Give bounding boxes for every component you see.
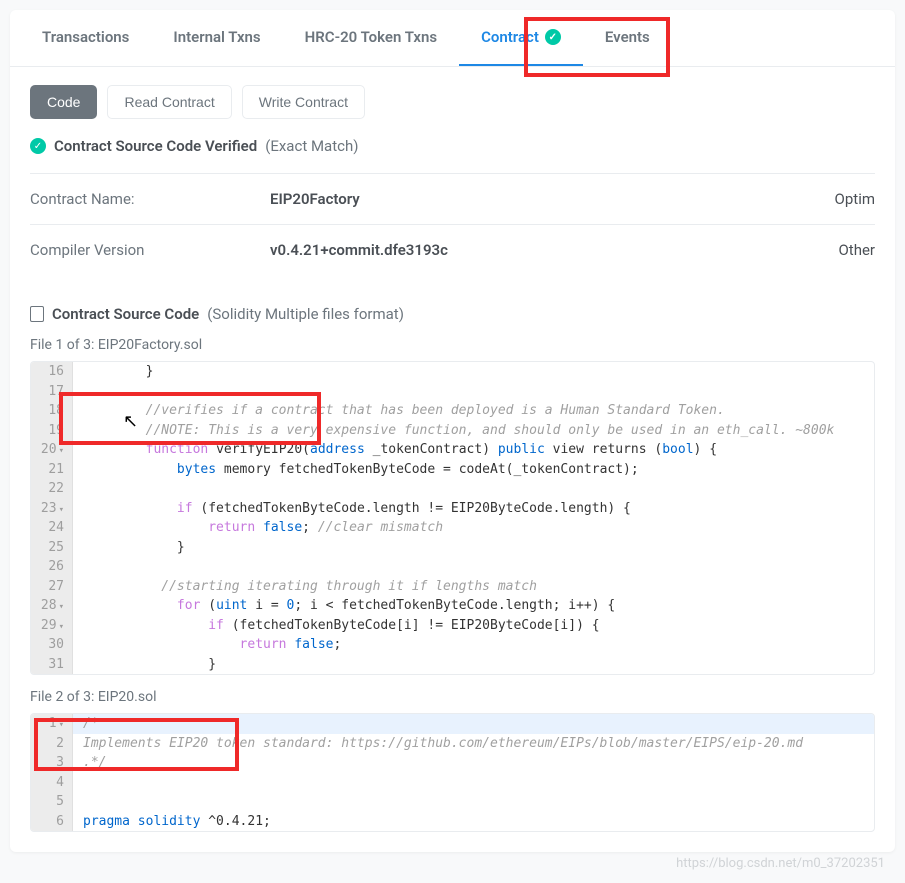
tab-hrc20-token-txns[interactable]: HRC-20 Token Txns <box>283 10 459 66</box>
tab-contract[interactable]: Contract ✓ <box>459 10 583 66</box>
write-contract-button[interactable]: Write Contract <box>242 85 365 119</box>
code-line: 19 //NOTE: This is a very expensive func… <box>31 421 874 441</box>
info-row-compiler: Compiler Version v0.4.21+commit.dfe3193c… <box>30 224 875 275</box>
tab-internal-txns[interactable]: Internal Txns <box>151 10 282 66</box>
tab-transactions[interactable]: Transactions <box>20 10 151 66</box>
code-line: 31 } <box>31 655 874 675</box>
code-line: 5 <box>31 792 874 812</box>
code-line: 22 <box>31 479 874 499</box>
code-line: 23 if (fetchedTokenByteCode.length != EI… <box>31 499 874 519</box>
check-icon: ✓ <box>30 138 46 154</box>
code-line: 29 if (fetchedTokenByteCode[i] != EIP20B… <box>31 616 874 636</box>
code-line: 30 return false; <box>31 635 874 655</box>
code-line: 3.*/ <box>31 753 874 773</box>
file1-label: File 1 of 3: EIP20Factory.sol <box>30 337 875 353</box>
code-line: 20 function verifyEIP20(address _tokenCo… <box>31 440 874 460</box>
file-icon <box>30 306 44 322</box>
compiler-value: v0.4.21+commit.dfe3193c <box>270 241 838 259</box>
compiler-label: Compiler Version <box>30 241 270 259</box>
contract-name-value: EIP20Factory <box>270 190 835 208</box>
other-label: Other <box>838 241 875 259</box>
contract-subtabs: Code Read Contract Write Contract <box>10 67 895 137</box>
code-line: 2Implements EIP20 token standard: https:… <box>31 734 874 754</box>
file2-editor[interactable]: 1/*2Implements EIP20 token standard: htt… <box>30 713 875 832</box>
main-tabs: Transactions Internal Txns HRC-20 Token … <box>10 10 895 67</box>
verified-icon: ✓ <box>545 29 561 45</box>
tab-events[interactable]: Events <box>583 10 672 66</box>
file2-label: File 2 of 3: EIP20.sol <box>30 689 875 705</box>
file1-editor[interactable]: 16 }17 18 //verifies if a contract that … <box>30 361 875 675</box>
code-line: 6pragma solidity ^0.4.21; <box>31 812 874 832</box>
read-contract-button[interactable]: Read Contract <box>107 85 231 119</box>
code-line: 16 } <box>31 362 874 382</box>
tab-contract-label: Contract <box>481 28 539 46</box>
info-row-name: Contract Name: EIP20Factory Optim <box>30 173 875 224</box>
code-line: 21 bytes memory fetchedTokenByteCode = c… <box>31 460 874 480</box>
code-line: 18 //verifies if a contract that has bee… <box>31 401 874 421</box>
verify-status: ✓ Contract Source Code Verified (Exact M… <box>30 137 875 155</box>
code-button[interactable]: Code <box>30 85 97 119</box>
contract-name-label: Contract Name: <box>30 190 270 208</box>
code-line: 27 //starting iterating through it if le… <box>31 577 874 597</box>
code-line: 28 for (uint i = 0; i < fetchedTokenByte… <box>31 596 874 616</box>
code-line: 26 <box>31 557 874 577</box>
source-code-header: Contract Source Code (Solidity Multiple … <box>30 305 875 323</box>
optimization-label: Optim <box>835 190 875 208</box>
code-line: 24 return false; //clear mismatch <box>31 518 874 538</box>
watermark: https://blog.csdn.net/m0_37202351 <box>676 856 885 871</box>
code-line: 17 <box>31 382 874 402</box>
code-line: 25 } <box>31 538 874 558</box>
code-line: 4 <box>31 773 874 793</box>
code-line: 1/* <box>31 714 874 734</box>
